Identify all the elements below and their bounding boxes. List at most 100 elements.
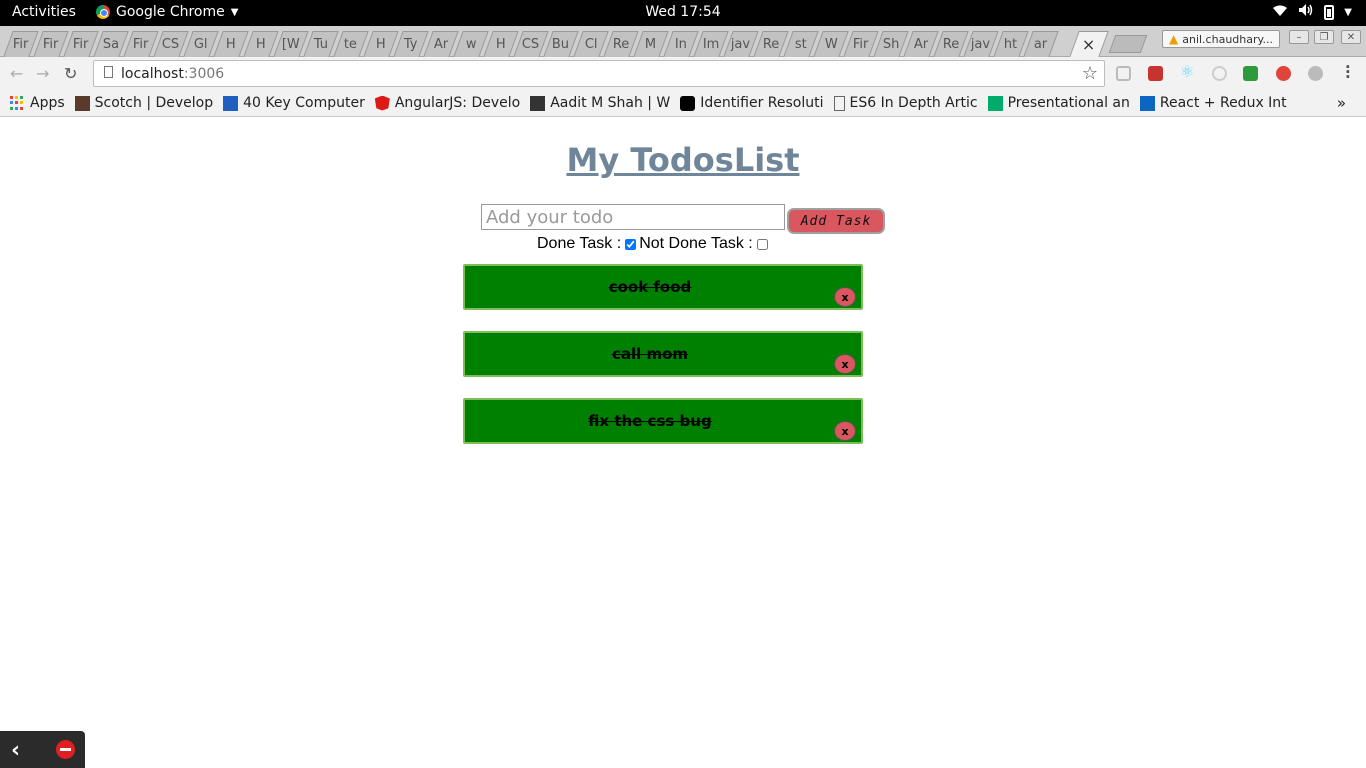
- activities-button[interactable]: Activities: [12, 4, 76, 20]
- todo-text[interactable]: fix the css bug: [465, 412, 835, 430]
- extension-book-icon[interactable]: [1148, 66, 1163, 81]
- bookmark-label: 40 Key Computer: [243, 95, 365, 111]
- system-tray[interactable]: ▼: [1272, 3, 1352, 21]
- tab-title: st: [794, 37, 807, 52]
- profile-button[interactable]: ▲ anil.chaudhary...: [1162, 30, 1280, 48]
- todo-text[interactable]: call mom: [465, 345, 835, 363]
- react-devtools-icon[interactable]: ⚛: [1180, 62, 1195, 81]
- extension-circle-icon[interactable]: [1212, 66, 1227, 81]
- bookmark-item[interactable]: Presentational an: [987, 95, 1130, 111]
- app-menu-label: Google Chrome: [116, 4, 225, 20]
- not-done-task-checkbox[interactable]: [756, 238, 768, 250]
- tab-title: Fir: [853, 37, 869, 52]
- c-letter-icon: [223, 95, 239, 111]
- chrome-logo-icon: [96, 5, 110, 19]
- tab-title: Ty: [404, 37, 418, 52]
- bookmark-label: AngularJS: Develo: [394, 95, 521, 111]
- close-tab-icon[interactable]: ×: [1082, 35, 1095, 54]
- avatar-icon: [530, 95, 546, 111]
- add-task-button[interactable]: Add Task: [787, 208, 885, 234]
- url-port: :3006: [183, 66, 225, 82]
- forward-arrow-icon[interactable]: →: [36, 64, 49, 83]
- tab-title: Sa: [102, 37, 119, 52]
- no-entry-icon[interactable]: [56, 740, 75, 759]
- chrome-menu-icon[interactable]: · · ·: [1345, 60, 1351, 85]
- tab-title: Cl: [584, 37, 598, 52]
- battery-icon: [1324, 4, 1335, 20]
- bookmark-label: Aadit M Shah | W: [550, 95, 671, 111]
- tab-title: Ar: [433, 37, 448, 52]
- bookmarks-bar: Apps Scotch | Develop 40 Key Computer Angul…: [0, 90, 1366, 117]
- close-window-button[interactable]: ✕: [1341, 30, 1361, 44]
- medium-icon: [987, 95, 1003, 111]
- bookmark-item[interactable]: 40 Key Computer: [223, 95, 365, 111]
- minimize-button[interactable]: –: [1289, 30, 1309, 44]
- url-host: localhost: [121, 66, 184, 82]
- todo-item[interactable]: call mom x: [463, 331, 863, 377]
- active-tab[interactable]: ×: [1069, 31, 1109, 57]
- bookmark-item[interactable]: Apps: [10, 95, 65, 111]
- maximize-button[interactable]: ❐: [1314, 30, 1334, 44]
- delete-todo-button[interactable]: x: [834, 287, 856, 307]
- profile-name: anil.chaudhary...: [1182, 32, 1273, 46]
- bookmark-star-icon[interactable]: ☆: [1082, 63, 1098, 84]
- bookmark-label: React + Redux Int: [1159, 95, 1287, 111]
- address-bar[interactable]: localhost:3006 ☆: [93, 60, 1105, 87]
- reload-icon[interactable]: ↻: [64, 64, 77, 83]
- extension-red-icon[interactable]: [1276, 66, 1291, 81]
- browser-tab[interactable]: ar: [1023, 31, 1059, 57]
- tab-title: Re: [942, 37, 960, 52]
- delete-todo-button[interactable]: x: [834, 421, 856, 441]
- tab-title: H: [225, 37, 236, 52]
- tab-title: Ar: [913, 37, 928, 52]
- tab-title: W: [824, 37, 838, 52]
- bookmarks-overflow-icon[interactable]: »: [1337, 94, 1346, 112]
- angular-icon: [374, 95, 390, 111]
- done-task-checkbox[interactable]: [625, 238, 637, 250]
- bookmark-item[interactable]: Scotch | Develop: [74, 95, 213, 111]
- page-info-icon[interactable]: [104, 66, 113, 78]
- bookmark-item[interactable]: React + Redux Int: [1139, 95, 1287, 111]
- tab-title: jav: [971, 37, 991, 52]
- circle-o-icon: [680, 95, 696, 111]
- bottom-panel: ‹: [0, 731, 85, 768]
- extension-grid-icon[interactable]: [1116, 66, 1131, 81]
- tab-title: jav: [731, 37, 751, 52]
- tab-title: Im: [702, 37, 720, 52]
- todo-input[interactable]: [481, 204, 785, 230]
- page-icon: [833, 95, 845, 111]
- system-menu-caret-icon: ▼: [1344, 6, 1352, 18]
- page-title: My TodosList: [566, 141, 800, 179]
- linkedin-icon: [1139, 95, 1155, 111]
- bookmark-item[interactable]: Identifier Resoluti: [680, 95, 824, 111]
- tab-title: H: [255, 37, 266, 52]
- back-arrow-icon[interactable]: ←: [10, 64, 23, 83]
- tab-title: M: [645, 37, 657, 52]
- bookmark-item[interactable]: Aadit M Shah | W: [530, 95, 670, 111]
- todo-text[interactable]: cook food: [465, 278, 835, 296]
- bookmark-label: ES6 In Depth Artic: [849, 95, 978, 111]
- apps-grid-icon: [10, 95, 25, 111]
- tab-title: Sh: [882, 37, 900, 52]
- todo-item[interactable]: fix the css bug x: [463, 398, 863, 444]
- scotch-icon: [74, 95, 90, 111]
- todo-item[interactable]: cook food x: [463, 264, 863, 310]
- bookmark-item[interactable]: AngularJS: Develo: [374, 95, 521, 111]
- tab-title: Fir: [133, 37, 149, 52]
- extension-gray-icon[interactable]: [1308, 66, 1323, 81]
- tab-list: Fir Fir Fir Sa Fir CS Gl H H [W Tu te H Ty Ar w H CS Bu Cl R…: [3, 31, 1059, 57]
- bookmark-item[interactable]: ES6 In Depth Artic: [833, 95, 978, 111]
- cors-extension-icon[interactable]: [1243, 66, 1258, 81]
- tab-title: Fir: [43, 37, 59, 52]
- system-top-bar: Activities Google Chrome ▼ Wed 17:54 ▼: [0, 0, 1366, 26]
- tab-title: Fir: [73, 37, 89, 52]
- app-menu[interactable]: Google Chrome ▼: [96, 4, 238, 20]
- chevron-left-icon[interactable]: ‹: [11, 738, 20, 763]
- tab-title: CS: [162, 37, 180, 52]
- tab-title: Fir: [13, 37, 29, 52]
- tab-title: CS: [522, 37, 540, 52]
- bookmark-label: Apps: [30, 95, 65, 111]
- not-done-task-label: Not Done Task :: [639, 235, 753, 252]
- delete-todo-button[interactable]: x: [834, 354, 856, 374]
- new-tab-button[interactable]: [1108, 35, 1148, 53]
